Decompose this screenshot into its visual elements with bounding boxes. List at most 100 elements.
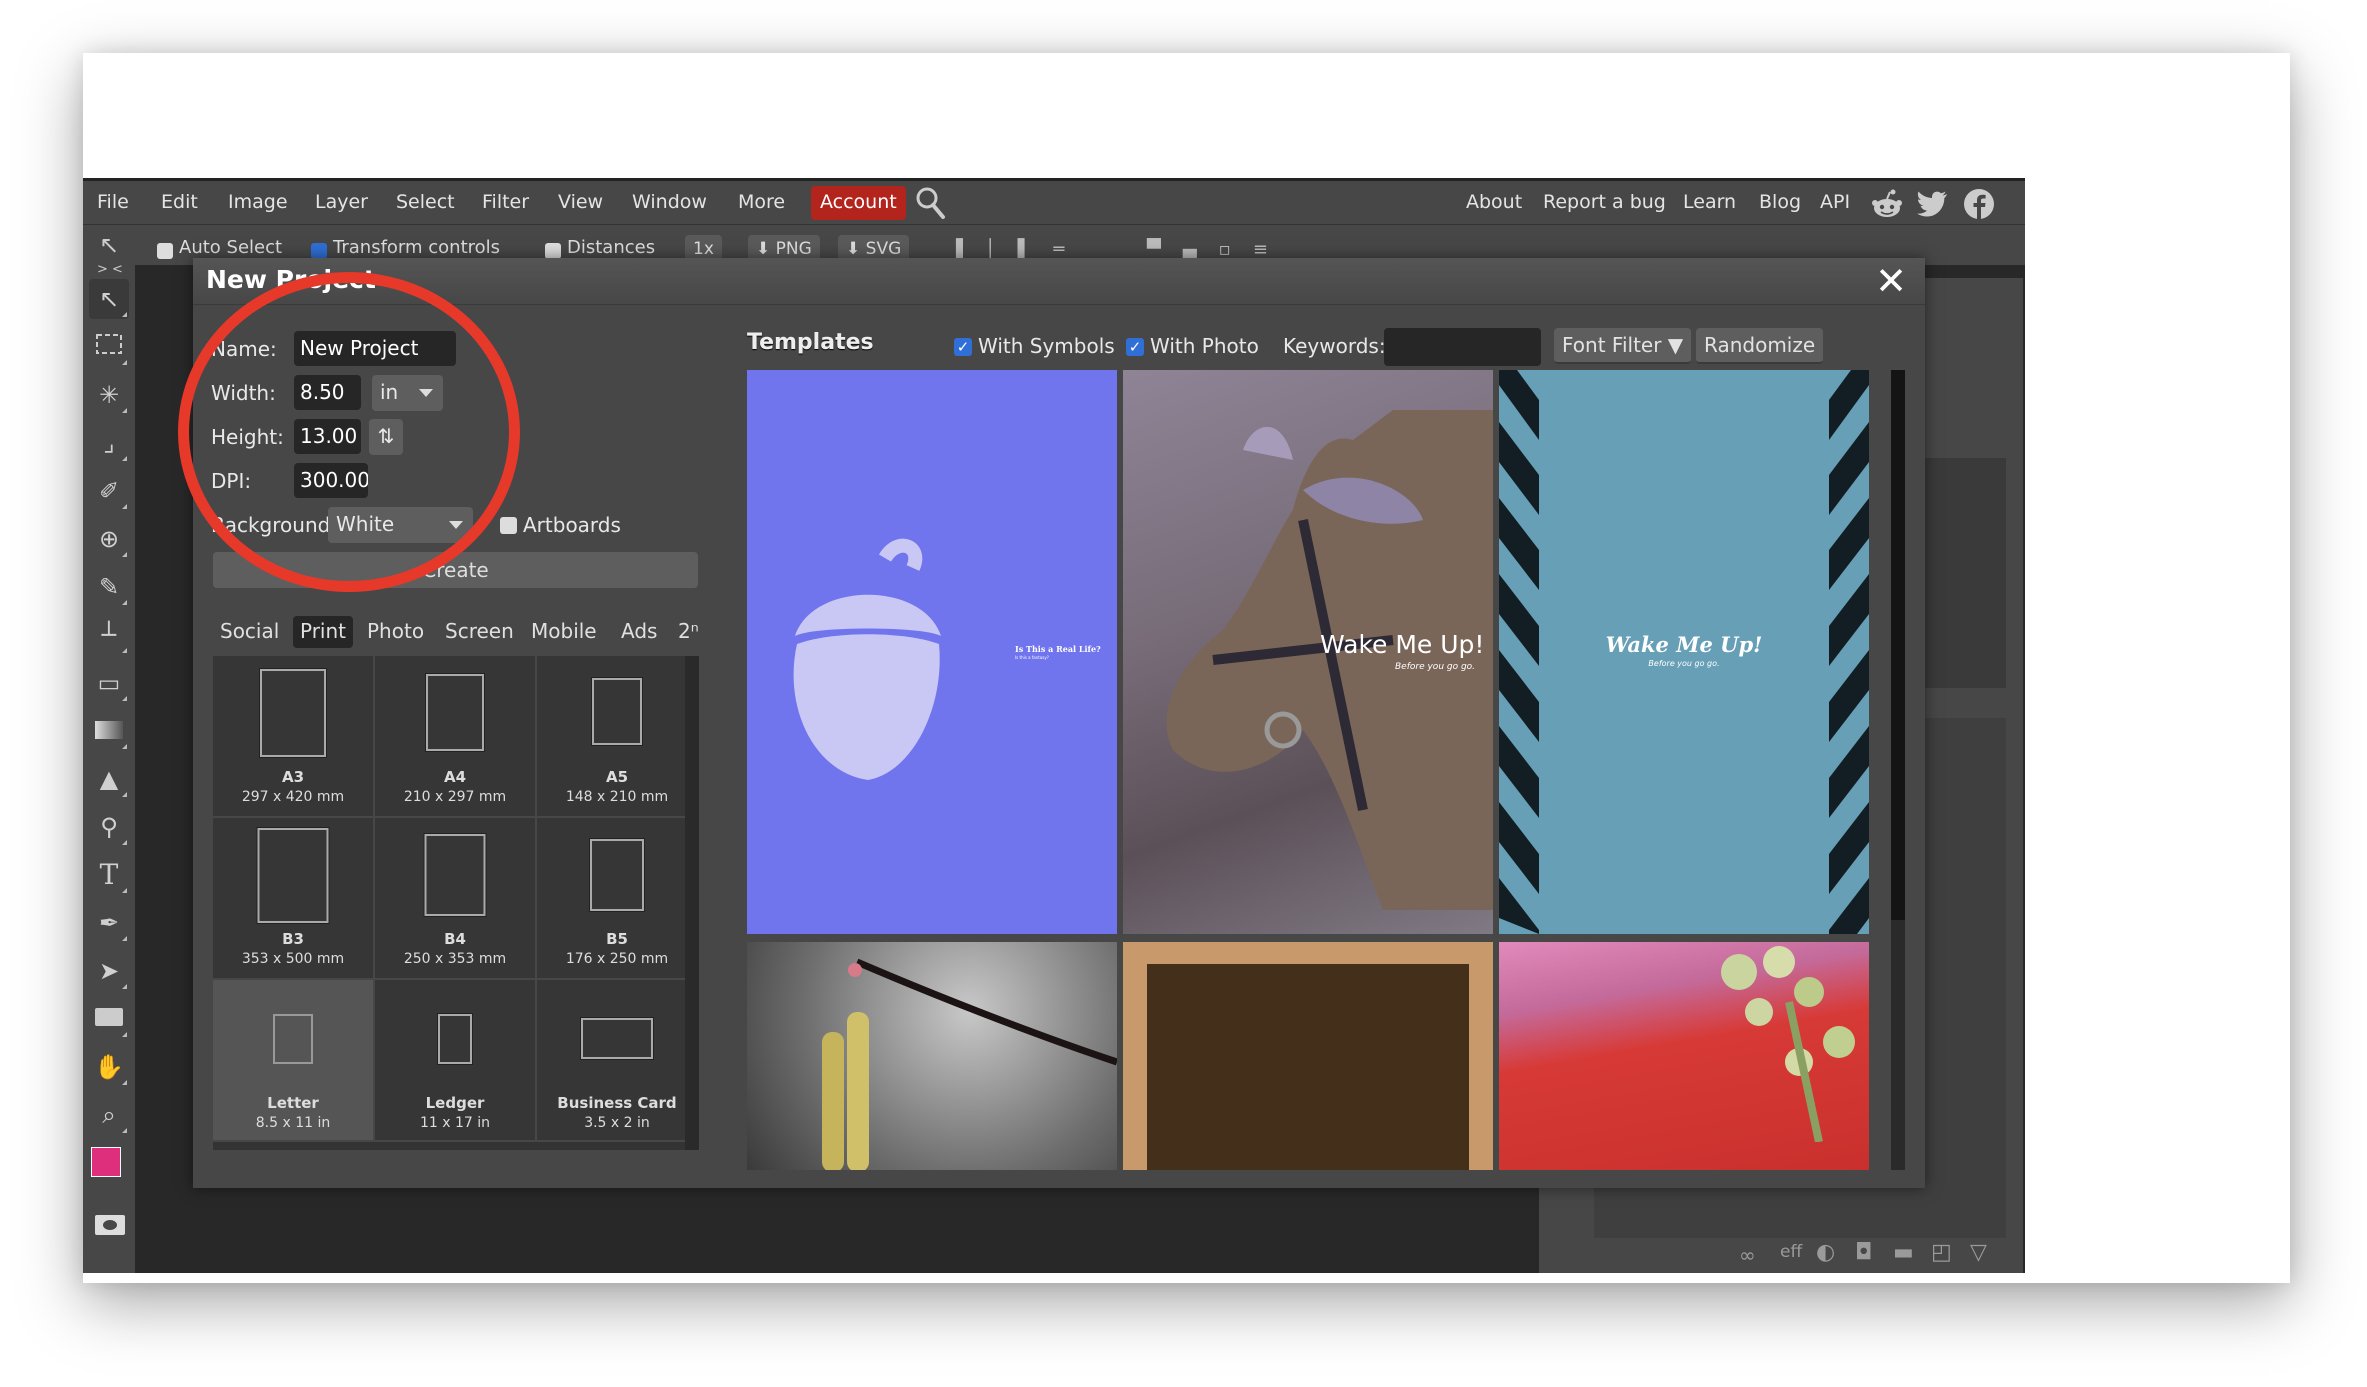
templates-scrollbar-thumb[interactable] (1891, 370, 1905, 920)
transform-controls-checkbox[interactable] (311, 243, 327, 259)
chevron-down-icon (449, 521, 463, 529)
height-input[interactable]: 13.00 (294, 419, 361, 454)
menu-edit[interactable]: Edit (161, 191, 198, 213)
template-tile[interactable]: Is This a Real Life? Is this a fantasy? (747, 370, 1117, 934)
with-photo-checkbox[interactable]: ✓ (1126, 338, 1144, 356)
account-button[interactable]: Account (811, 186, 906, 220)
tab-social[interactable]: Social (213, 616, 286, 648)
crop-tool-icon[interactable]: ⌟ (89, 423, 129, 463)
preset-b3[interactable]: B3 353 x 500 mm (213, 818, 375, 980)
close-icon[interactable]: ✕ (1875, 262, 1907, 300)
effects-icon[interactable]: eff (1780, 1242, 1802, 1262)
tab-print[interactable]: Print (293, 616, 354, 648)
link-layers-icon[interactable]: ∞ (1739, 1243, 1756, 1267)
menu-more[interactable]: More (738, 191, 785, 213)
auto-select-checkbox[interactable] (157, 243, 173, 259)
preset-letter[interactable]: Letter 8.5 x 11 in (213, 980, 375, 1142)
tab-ads[interactable]: Ads (614, 616, 664, 648)
move-tool-icon[interactable]: ↖ (89, 279, 129, 319)
font-filter-button[interactable]: Font Filter ▼ (1554, 328, 1692, 364)
facebook-icon[interactable] (1963, 188, 1995, 224)
search-icon[interactable] (915, 186, 947, 224)
new-layer-icon[interactable]: ◰ (1931, 1240, 1952, 1265)
adjustment-layer-icon[interactable]: ◐ (1816, 1240, 1835, 1265)
preset-a4[interactable]: A4 210 x 297 mm (375, 656, 537, 818)
menu-view[interactable]: View (558, 191, 603, 213)
menu-window[interactable]: Window (632, 191, 707, 213)
layer-mask-icon[interactable]: ◘ (1855, 1240, 1872, 1265)
template-tile[interactable]: Wake Me Up! Before you go go. (1123, 370, 1493, 934)
menu-report-bug[interactable]: Report a bug (1543, 191, 1666, 213)
preset-b4[interactable]: B4 250 x 353 mm (375, 818, 537, 980)
dodge-tool-icon[interactable]: ⚲ (89, 807, 129, 847)
randomize-button[interactable]: Randomize (1696, 328, 1824, 364)
twitter-icon[interactable] (1916, 190, 1948, 222)
preset-size: 148 x 210 mm (565, 789, 669, 805)
path-select-tool-icon[interactable]: ➤ (89, 951, 129, 991)
quick-mask-icon[interactable] (95, 1215, 125, 1235)
menu-about[interactable]: About (1466, 191, 1522, 213)
menu-select[interactable]: Select (396, 191, 455, 213)
stamp-tool-icon[interactable]: ┴ (89, 615, 129, 655)
menu-learn[interactable]: Learn (1683, 191, 1736, 213)
menu-filter[interactable]: Filter (482, 191, 529, 213)
menu-layer[interactable]: Layer (315, 191, 368, 213)
blur-tool-icon[interactable]: ▲ (89, 759, 129, 799)
gradient-tool-icon[interactable] (89, 711, 129, 751)
menu-blog[interactable]: Blog (1759, 191, 1801, 213)
new-group-icon[interactable]: ▬ (1893, 1240, 1914, 1265)
preset-b5[interactable]: B5 176 x 250 mm (537, 818, 699, 980)
shape-tool-icon[interactable] (89, 999, 129, 1039)
height-label: Height: (211, 425, 284, 449)
distribute-icons[interactable]: ▀▄▫≡ (1147, 239, 1290, 260)
name-input[interactable]: New Project (294, 331, 456, 366)
swap-dimensions-button[interactable]: ⇅ (369, 419, 403, 455)
background-select-value: White (336, 512, 395, 536)
menu-api[interactable]: API (1820, 191, 1850, 213)
marquee-tool-icon[interactable] (89, 327, 129, 367)
preset-ledger[interactable]: Ledger 11 x 17 in (375, 980, 537, 1142)
magic-wand-tool-icon[interactable]: ✳ (89, 375, 129, 415)
templates-scrollbar[interactable] (1891, 370, 1905, 1170)
keywords-input[interactable] (1384, 328, 1541, 366)
zoom-tool-icon[interactable]: ⌕ (89, 1095, 129, 1135)
with-symbols-checkbox[interactable]: ✓ (954, 338, 972, 356)
preset-a5[interactable]: A5 148 x 210 mm (537, 656, 699, 818)
distances-checkbox[interactable] (545, 243, 561, 259)
template-tile[interactable] (1123, 942, 1493, 1170)
hand-tool-icon[interactable]: ✋ (89, 1047, 129, 1087)
tab-power-of-two[interactable]: 2ⁿ (671, 616, 706, 648)
preset-business-card[interactable]: Business Card 3.5 x 2 in (537, 980, 699, 1142)
delete-layer-icon[interactable]: ▽ (1970, 1240, 1987, 1265)
width-input[interactable]: 8.50 (294, 375, 361, 410)
pen-tool-icon[interactable]: ✒ (89, 903, 129, 943)
dialog-titlebar[interactable]: New Project ✕ (193, 258, 1925, 305)
collapse-toggle[interactable]: > < (97, 262, 123, 277)
presets-scrollbar[interactable] (685, 656, 699, 1150)
menu-file[interactable]: File (97, 191, 129, 213)
brush-tool-icon[interactable]: ✎ (89, 567, 129, 607)
create-button[interactable]: Create (213, 552, 698, 588)
keywords-label: Keywords: (1283, 334, 1386, 358)
dpi-input[interactable]: 300.000 (294, 463, 368, 498)
tab-photo[interactable]: Photo (360, 616, 431, 648)
align-icons[interactable]: ▐│▌═ (949, 239, 1086, 260)
foreground-color-swatch[interactable] (91, 1147, 121, 1177)
tab-mobile[interactable]: Mobile (524, 616, 604, 648)
tab-screen[interactable]: Screen (438, 616, 521, 648)
preset-a3[interactable]: A3 297 x 420 mm (213, 656, 375, 818)
page-shape (425, 673, 485, 752)
eraser-tool-icon[interactable]: ▭ (89, 663, 129, 703)
unit-select[interactable]: in (372, 375, 443, 411)
template-tile[interactable]: Wake Me Up! Before you go go. (1499, 370, 1869, 934)
artboards-checkbox[interactable] (500, 517, 517, 534)
template-tile[interactable] (1499, 942, 1869, 1170)
menu-image[interactable]: Image (228, 191, 288, 213)
healing-tool-icon[interactable]: ⊕ (89, 519, 129, 559)
reddit-icon[interactable] (1871, 189, 1903, 223)
text-tool-icon[interactable]: T (89, 855, 129, 895)
menu-bar: File Edit Image Layer Select Filter View… (83, 178, 2025, 225)
background-select[interactable]: White (328, 507, 473, 543)
template-tile[interactable] (747, 942, 1117, 1170)
eyedropper-tool-icon[interactable]: ✐ (89, 471, 129, 511)
